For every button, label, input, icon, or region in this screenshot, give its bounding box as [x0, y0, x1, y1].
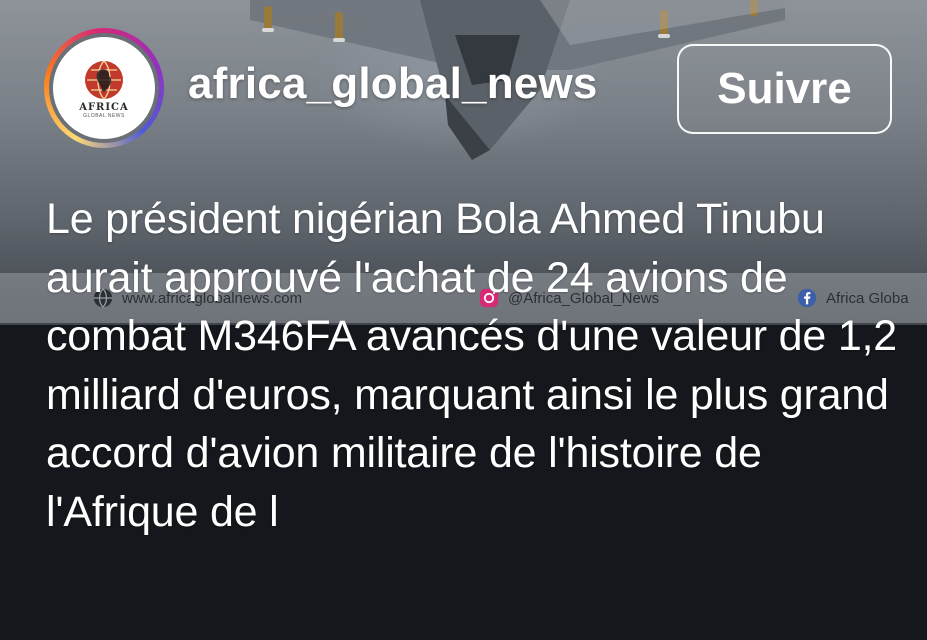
avatar-brand-text: AFRICA — [79, 102, 129, 113]
profile-avatar-story-ring[interactable]: AFRICA GLOBAL NEWS — [44, 28, 164, 148]
avatar[interactable]: AFRICA GLOBAL NEWS — [53, 37, 155, 139]
avatar-ring-gap: AFRICA GLOBAL NEWS — [49, 33, 159, 143]
post-caption: Le président nigérian Bola Ahmed Tinubu … — [46, 195, 898, 536]
follow-button[interactable]: Suivre — [677, 44, 892, 134]
post-viewer: www.africaglobalnews.com @Africa_Global_… — [0, 0, 927, 640]
username-link[interactable]: africa_global_news — [188, 62, 598, 106]
africa-globe-logo-icon — [85, 60, 123, 100]
avatar-brand-subtext: GLOBAL NEWS — [83, 113, 125, 119]
